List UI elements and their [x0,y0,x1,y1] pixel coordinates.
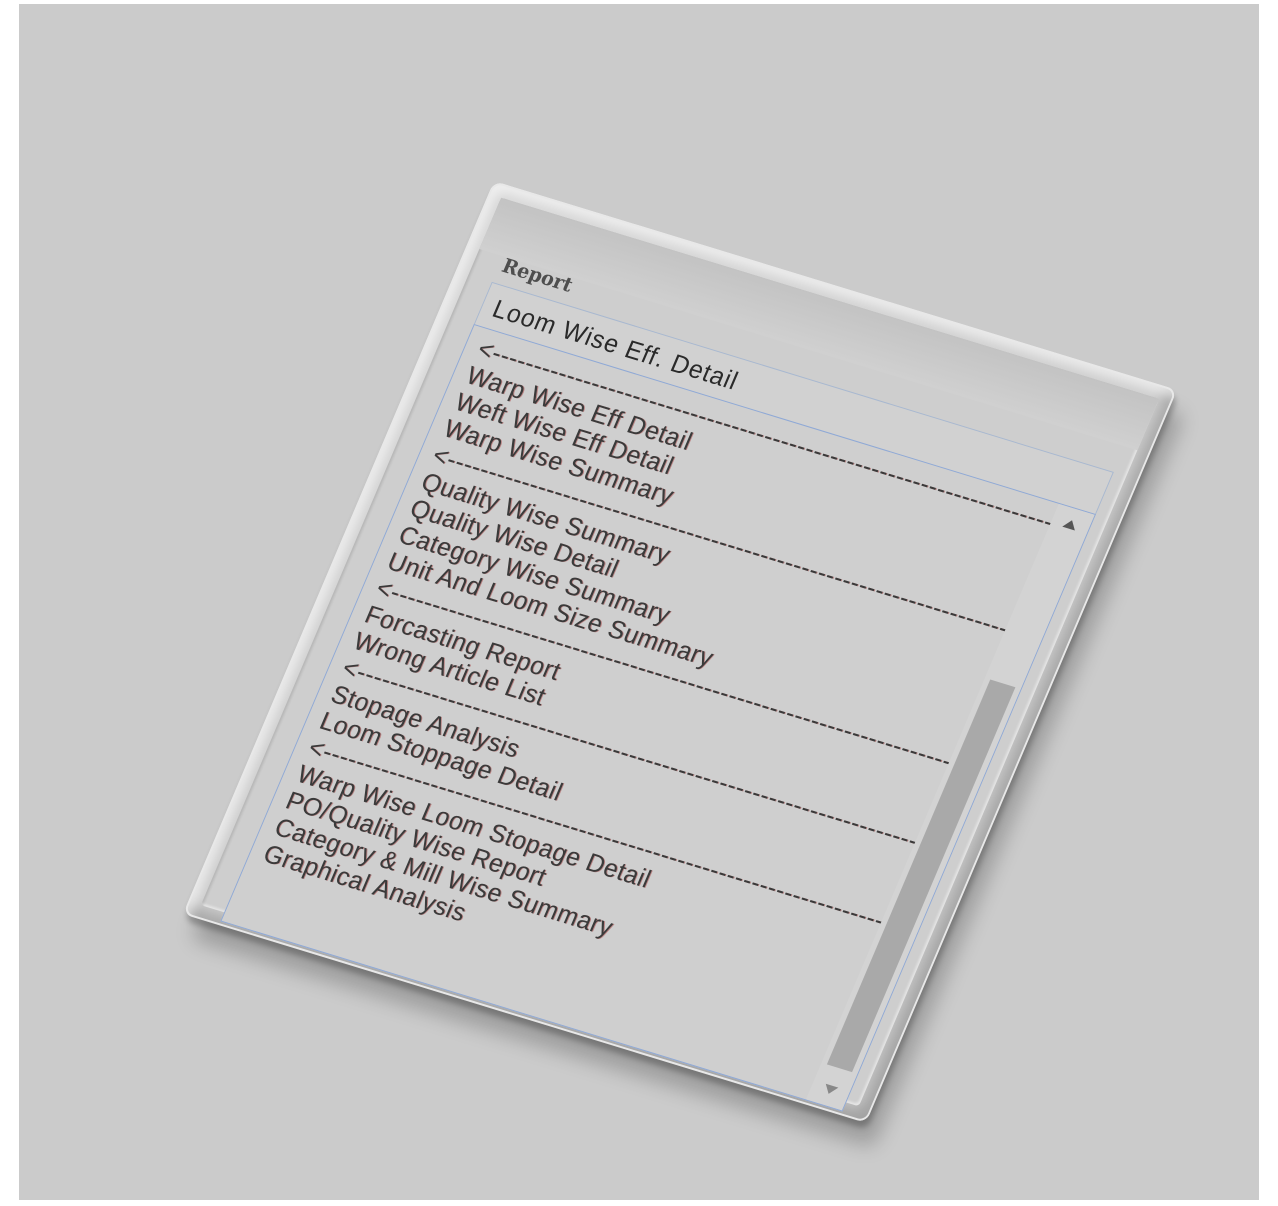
scroll-down-icon[interactable] [822,1083,839,1096]
report-panel: Report Loom Wise Eff. Detail <----------… [182,181,1178,1123]
panel-bevel: Report Loom Wise Eff. Detail <----------… [200,197,1160,1112]
scroll-up-icon[interactable] [1062,518,1079,531]
stage: Report Loom Wise Eff. Detail <----------… [0,0,1278,1206]
